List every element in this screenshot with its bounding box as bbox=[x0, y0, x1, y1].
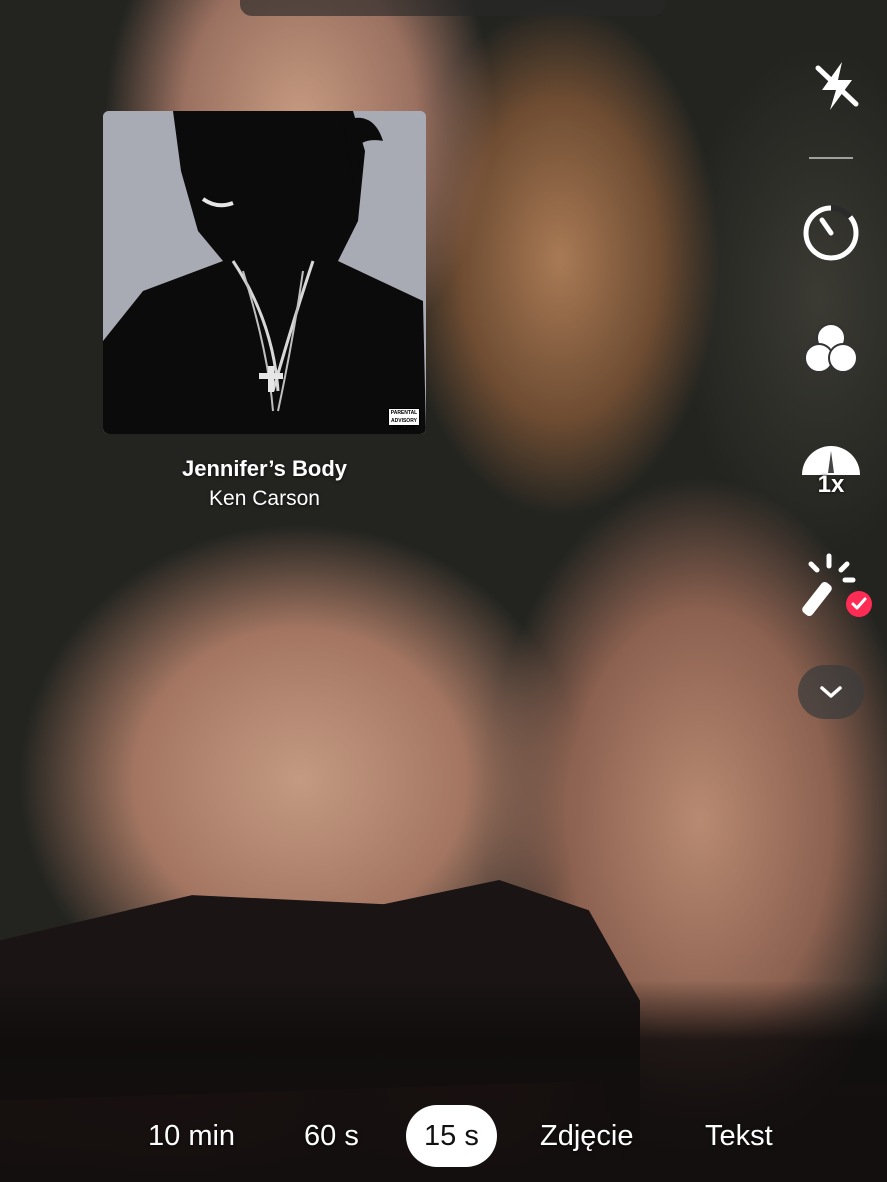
capture-mode-tabs: 10 min 60 s 15 s Zdjęcie Tekst bbox=[0, 1105, 887, 1167]
album-art[interactable]: PARENTAL ADVISORY EXPLICIT bbox=[103, 111, 426, 434]
timer-icon bbox=[803, 205, 859, 261]
mode-tab-60s[interactable]: 60 s bbox=[304, 1105, 359, 1167]
filters-icon bbox=[804, 323, 858, 373]
more-tools-button[interactable] bbox=[798, 665, 864, 719]
chevron-down-icon bbox=[820, 686, 842, 698]
album-art-image bbox=[103, 111, 426, 434]
mode-tab-15s[interactable]: 15 s bbox=[406, 1105, 497, 1167]
flash-off-icon bbox=[815, 62, 859, 110]
song-artist: Ken Carson bbox=[209, 487, 320, 510]
flash-off-button[interactable] bbox=[787, 58, 887, 114]
beauty-button[interactable] bbox=[785, 550, 885, 622]
mode-tab-photo[interactable]: Zdjęcie bbox=[540, 1105, 634, 1167]
speed-button[interactable]: 1x bbox=[781, 436, 881, 502]
mode-tab-10min[interactable]: 10 min bbox=[148, 1105, 235, 1167]
beauty-icon bbox=[802, 553, 872, 617]
timer-button[interactable] bbox=[781, 202, 881, 264]
mode-tab-text[interactable]: Tekst bbox=[705, 1105, 773, 1167]
parental-advisory-label: PARENTAL ADVISORY EXPLICIT bbox=[388, 408, 420, 432]
top-handle[interactable] bbox=[240, 0, 665, 16]
toolbar-divider bbox=[809, 157, 853, 159]
filters-button[interactable] bbox=[781, 318, 881, 382]
song-title: Jennifer’s Body bbox=[181, 456, 348, 481]
speed-label: 1x bbox=[817, 471, 845, 498]
